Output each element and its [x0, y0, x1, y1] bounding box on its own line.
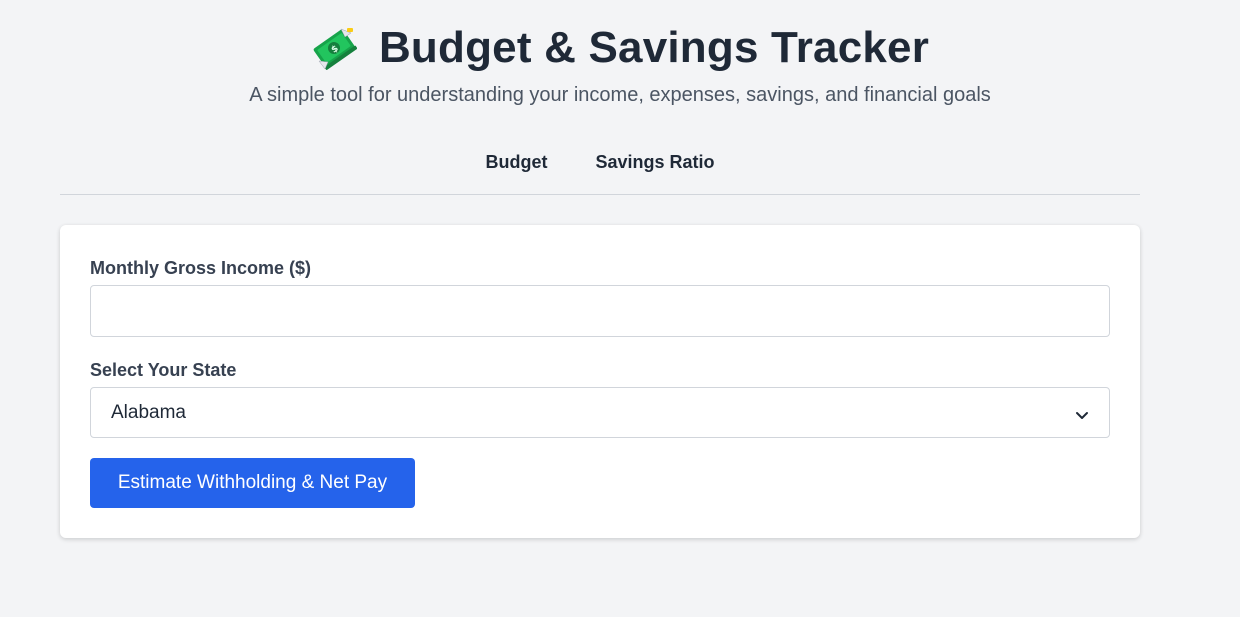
state-label: Select Your State [90, 360, 237, 380]
title-row: $ Budget & Savings Tracker [0, 22, 1240, 74]
income-label: Monthly Gross Income ($) [90, 258, 312, 278]
state-select-value: Alabama [111, 401, 186, 423]
tab-savings-ratio[interactable]: Savings Ratio [571, 140, 738, 173]
state-select[interactable]: Alabama [90, 387, 1110, 438]
page-title: Budget & Savings Tracker [378, 23, 930, 72]
tab-bar: Budget Savings Ratio [60, 140, 1140, 195]
chevron-down-icon [1075, 406, 1089, 420]
tab-budget[interactable]: Budget [461, 140, 571, 173]
estimate-withholding-button[interactable]: Estimate Withholding & Net Pay [90, 458, 415, 508]
budget-form-card: Monthly Gross Income ($) Select Your Sta… [60, 225, 1140, 538]
page-subtitle: A simple tool for understanding your inc… [249, 84, 991, 106]
money-bill-wings-icon: $ [311, 25, 358, 71]
monthly-income-input[interactable] [90, 285, 1110, 337]
